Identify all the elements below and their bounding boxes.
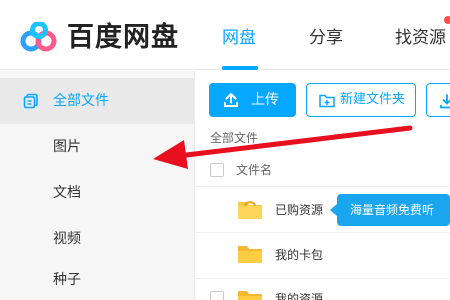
sidebar-item-label: 种子 [53,272,81,288]
row-checkbox[interactable] [210,291,224,300]
folder-icon [238,291,262,300]
select-all-checkbox[interactable] [210,163,224,177]
sidebar-item-images[interactable]: 图片 [0,124,194,170]
new-folder-icon [319,94,335,108]
file-name[interactable]: 我的卡包 [275,247,323,263]
download-button[interactable] [426,83,450,117]
file-name[interactable]: 我的资源 [275,291,323,300]
download-icon [440,94,450,109]
column-header-filename[interactable]: 文件名 [236,162,272,178]
upload-button-label: 上传 [251,92,279,108]
sidebar-item-label: 视频 [53,231,81,247]
new-folder-button[interactable]: 新建文件夹 [306,83,416,117]
upload-icon [224,93,238,107]
baidu-netdisk-logo-icon[interactable] [19,22,59,54]
breadcrumb[interactable]: 全部文件 [210,130,258,146]
row-divider [196,278,450,279]
tab-find-resources[interactable]: 找资源 [395,26,446,50]
sidebar-item-label: 文档 [53,185,81,201]
upload-button[interactable]: 上传 [209,83,296,117]
tooltip-arrow [330,204,337,216]
top-header: 百度网盘 网盘 分享 找资源 [0,0,450,70]
sidebar: 全部文件 图片 文档 视频 种子 [0,71,195,300]
notification-dot [444,16,450,24]
purchased-folder-icon [238,201,262,219]
row-divider [196,186,450,187]
row-divider [196,232,450,233]
tab-netdisk[interactable]: 网盘 [222,26,256,50]
sidebar-item-documents[interactable]: 文档 [0,170,194,216]
tab-share[interactable]: 分享 [309,26,343,50]
sidebar-item-torrents[interactable]: 种子 [0,257,194,300]
sidebar-item-videos[interactable]: 视频 [0,216,194,262]
sidebar-item-label: 全部文件 [53,93,109,109]
brand-name: 百度网盘 [67,22,179,53]
active-tab-indicator [222,66,258,70]
sidebar-item-label: 图片 [53,139,81,155]
files-icon [23,93,38,109]
folder-icon [238,246,262,263]
audio-promo-tooltip[interactable]: 海量音频免费听 [337,194,450,226]
file-name[interactable]: 已购资源 [275,202,323,218]
new-folder-button-label: 新建文件夹 [340,92,406,107]
sidebar-item-all-files[interactable]: 全部文件 [0,78,194,124]
